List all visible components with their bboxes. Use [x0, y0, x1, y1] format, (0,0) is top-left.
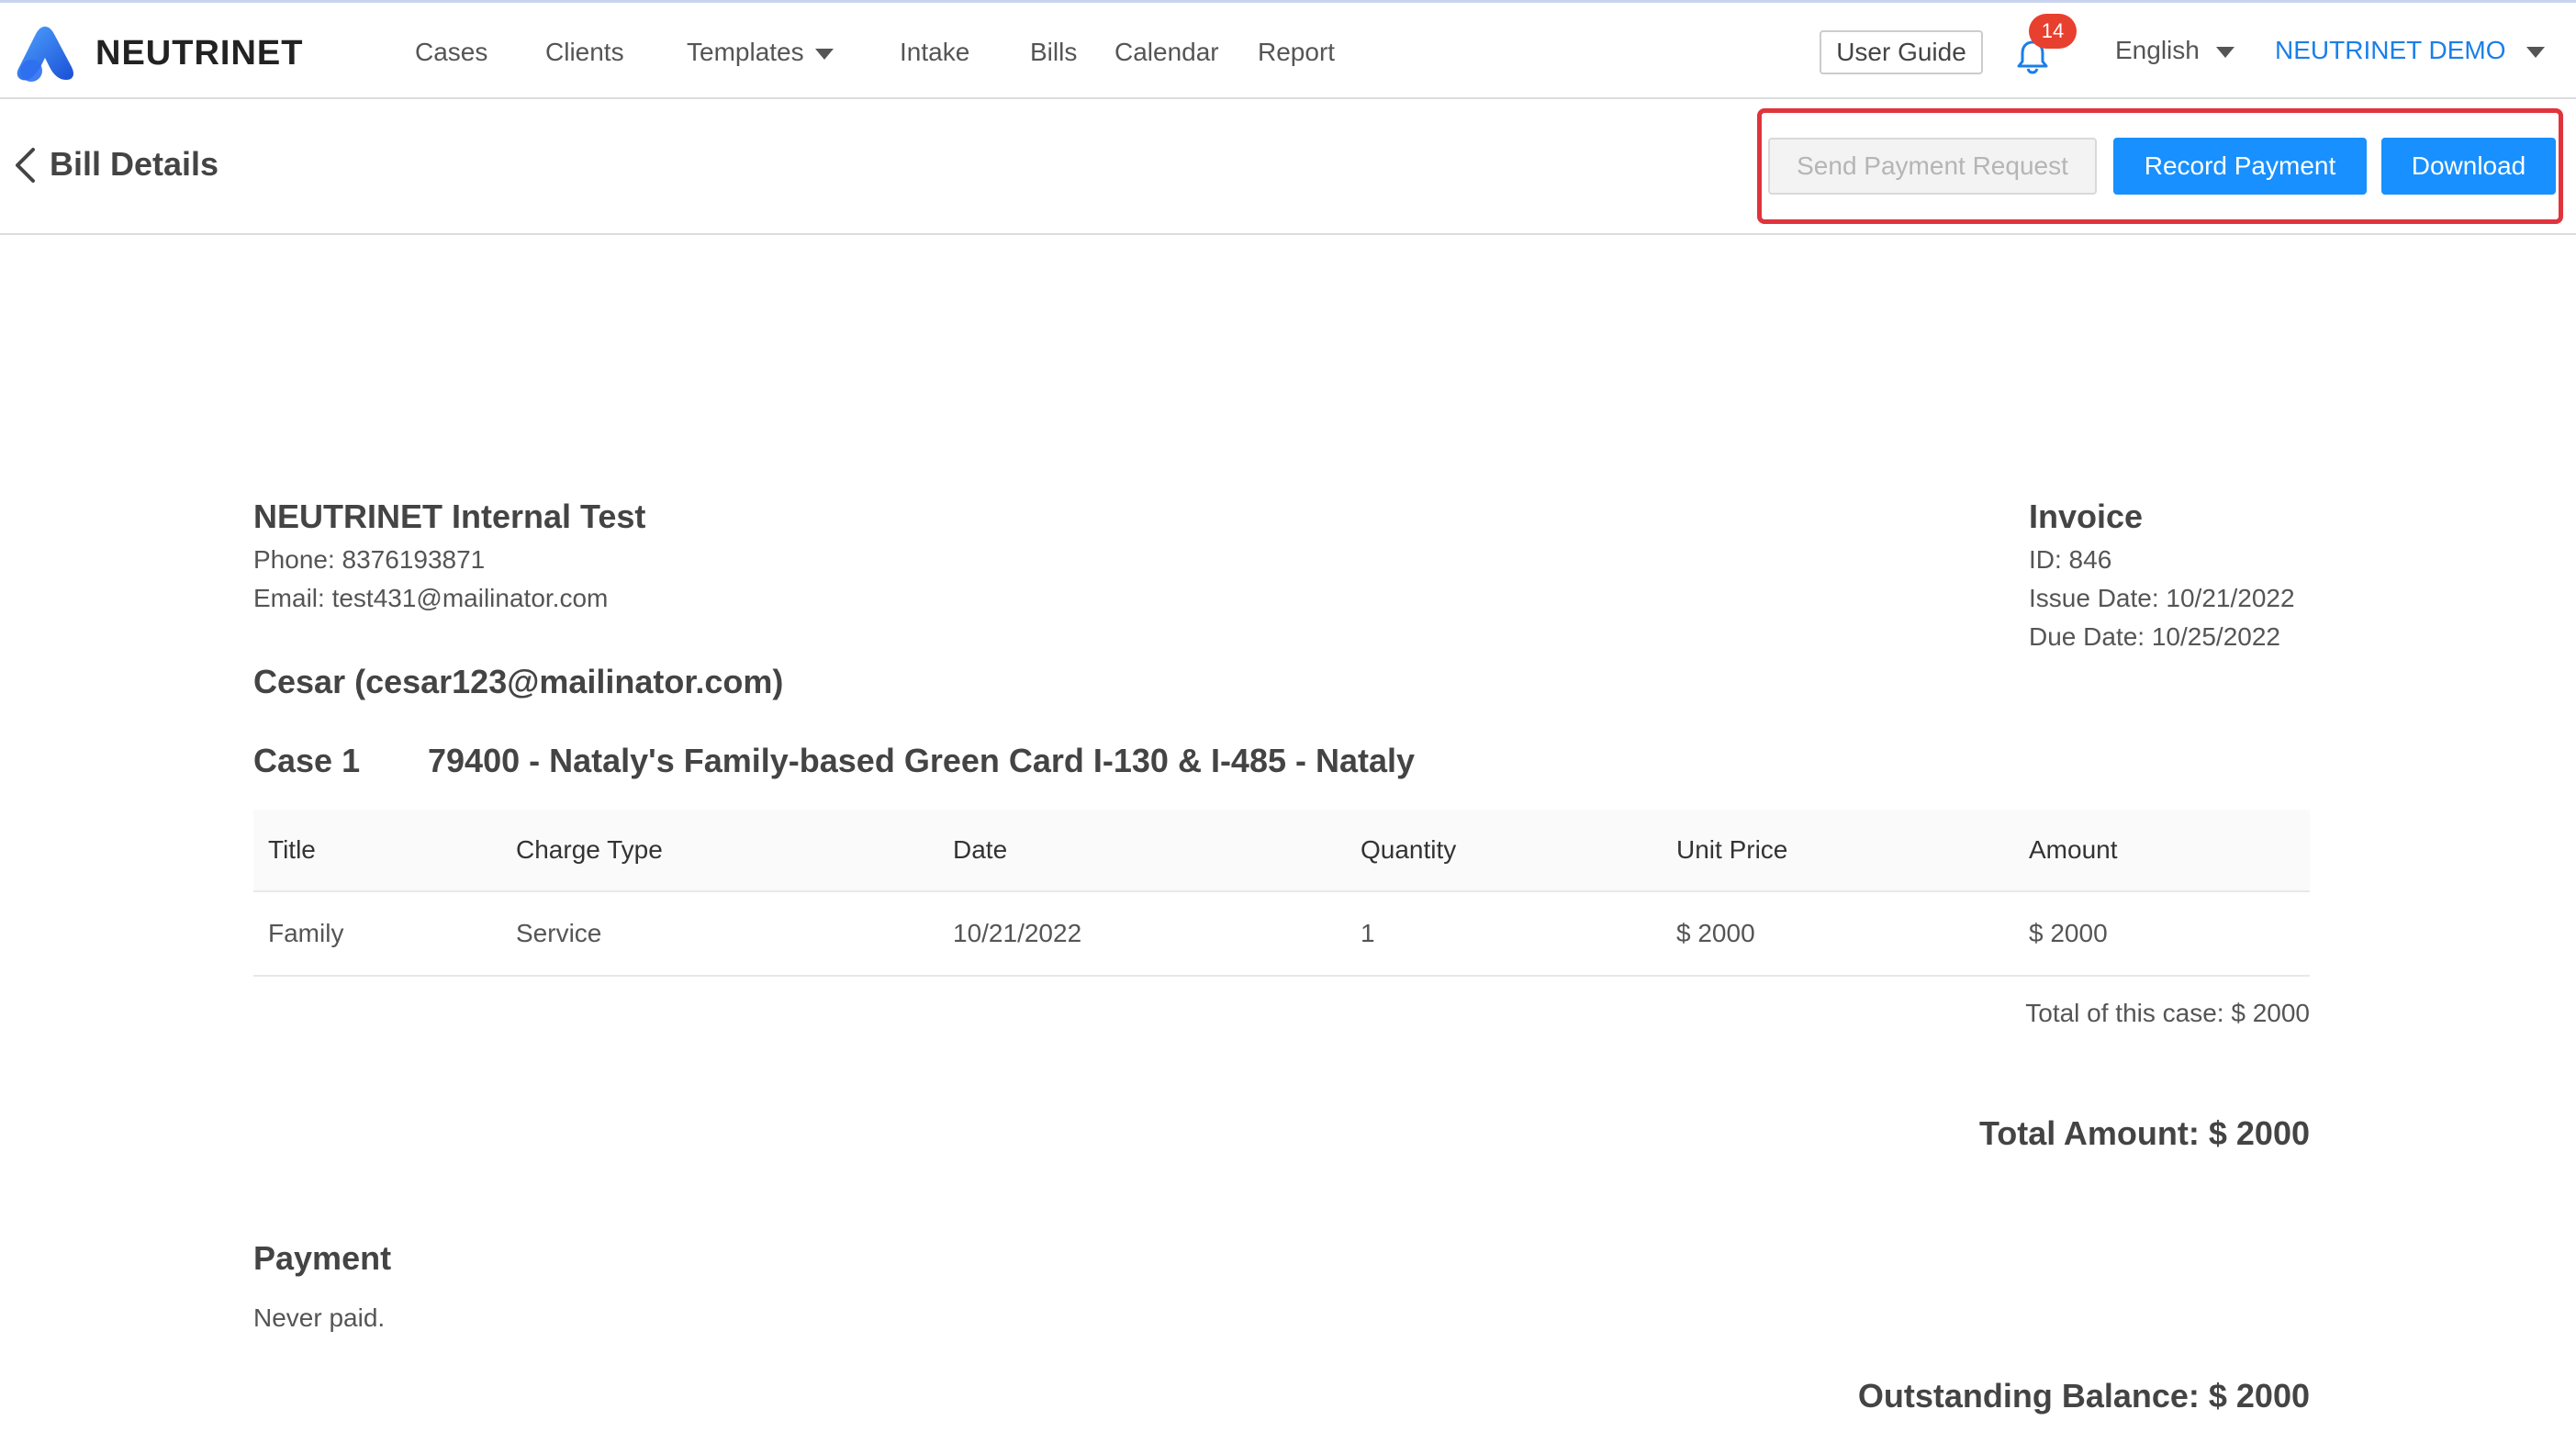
chevron-down-icon: [814, 48, 834, 60]
record-payment-button[interactable]: Record Payment: [2113, 138, 2367, 195]
invoice-id: ID: 846: [2029, 545, 2112, 574]
cell-title: Family: [268, 919, 344, 947]
language-label: English: [2115, 36, 2200, 64]
firm-phone: Phone: 8376193871: [253, 545, 486, 574]
user-guide-button[interactable]: User Guide: [1820, 30, 1983, 74]
nav-clients[interactable]: Clients: [545, 38, 624, 67]
chevron-down-icon: [2526, 46, 2545, 58]
cell-date: 10/21/2022: [953, 919, 1082, 947]
case-label: Case 1: [253, 742, 361, 779]
total-amount: Total Amount: $ 2000: [1978, 1114, 2310, 1152]
account-menu[interactable]: NEUTRINET DEMO: [2275, 36, 2545, 65]
column-header-title: Title: [268, 835, 316, 864]
cell-amount: $ 2000: [2029, 919, 2108, 947]
nav-templates-label: Templates: [687, 38, 804, 66]
send-payment-request-button[interactable]: Send Payment Request: [1768, 138, 2097, 195]
cell-charge-type: Service: [516, 919, 602, 947]
notification-badge: 14: [2029, 14, 2077, 49]
nav-report[interactable]: Report: [1258, 38, 1335, 67]
top-nav: NEUTRINET Cases Clients Templates Intake…: [0, 0, 2576, 99]
charges-table: Title Charge Type Date Quantity Unit Pri…: [253, 810, 2310, 977]
invoice-due-date: Due Date: 10/25/2022: [2029, 622, 2280, 651]
brand-logo[interactable]: NEUTRINET: [13, 23, 303, 84]
payment-title: Payment: [253, 1239, 392, 1277]
column-header-date: Date: [953, 835, 1008, 864]
brand-name: NEUTRINET: [95, 33, 304, 73]
nav-intake[interactable]: Intake: [900, 38, 969, 67]
case-total: Total of this case: $ 2000: [2025, 999, 2310, 1027]
table-header: Title Charge Type Date Quantity Unit Pri…: [253, 810, 2310, 892]
nav-bills[interactable]: Bills: [1030, 38, 1077, 67]
download-button[interactable]: Download: [2381, 138, 2556, 195]
nav-templates[interactable]: Templates: [687, 38, 834, 67]
cell-unit-price: $ 2000: [1676, 919, 1755, 947]
table-row: Family Service 10/21/2022 1 $ 2000 $ 200…: [253, 892, 2310, 977]
cell-quantity: 1: [1361, 919, 1375, 947]
nav-calendar[interactable]: Calendar: [1114, 38, 1219, 67]
invoice-title: Invoice: [2029, 498, 2144, 535]
neutrinet-logo-icon: [17, 27, 74, 82]
column-header-unit-price: Unit Price: [1676, 835, 1788, 864]
payment-status: Never paid.: [253, 1303, 386, 1332]
column-header-charge-type: Charge Type: [516, 835, 663, 864]
column-header-amount: Amount: [2029, 835, 2118, 864]
page-title: Bill Details: [50, 145, 219, 183]
chevron-down-icon: [2215, 46, 2234, 58]
nav-cases[interactable]: Cases: [415, 38, 487, 67]
page-header: Bill Details Send Payment Request Record…: [0, 99, 2576, 235]
firm-name: NEUTRINET Internal Test: [253, 498, 646, 535]
outstanding-balance: Outstanding Balance: $ 2000: [1857, 1377, 2310, 1415]
invoice-issue-date: Issue Date: 10/21/2022: [2029, 584, 2295, 612]
client-info: Cesar (cesar123@mailinator.com): [253, 663, 784, 700]
account-name: NEUTRINET DEMO: [2275, 36, 2506, 64]
case-name: 79400 - Nataly's Family-based Green Card…: [428, 742, 1416, 779]
language-selector[interactable]: English: [2115, 36, 2234, 65]
column-header-quantity: Quantity: [1361, 835, 1457, 864]
firm-email: Email: test431@mailinator.com: [253, 584, 609, 612]
back-arrow-icon[interactable]: [13, 147, 37, 184]
